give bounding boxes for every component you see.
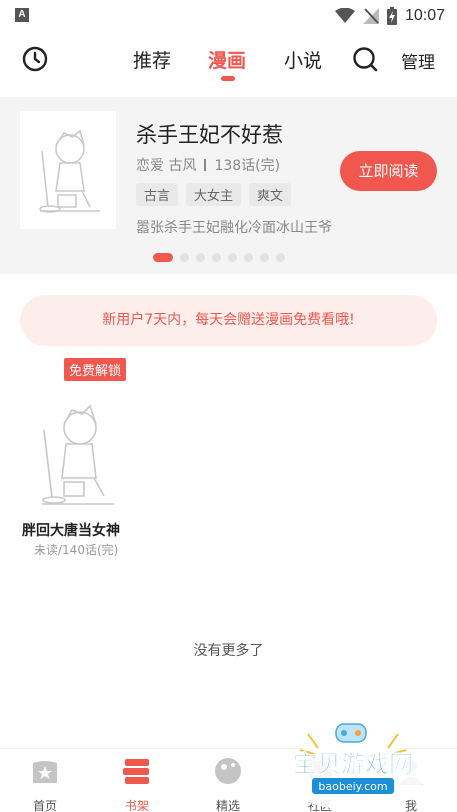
wifi-icon xyxy=(334,8,355,23)
tab-novels[interactable]: 小说 xyxy=(284,46,322,73)
clock: 10:07 xyxy=(404,7,445,24)
bottom-nav-label: 精选 xyxy=(215,799,240,812)
bottom-nav-label: 书架 xyxy=(124,799,149,812)
active-tab-indicator xyxy=(221,76,235,81)
bottom-nav-label: 首页 xyxy=(32,799,57,812)
bookshelf-icon xyxy=(123,759,149,784)
carousel-dot[interactable] xyxy=(196,253,205,262)
book-cover-image[interactable] xyxy=(20,378,132,518)
tab-comics[interactable]: 漫画 xyxy=(208,46,246,73)
tag: 大女主 xyxy=(186,183,242,206)
status-icons: 10:07 xyxy=(334,5,445,27)
bottom-nav-featured[interactable]: 精选 xyxy=(198,755,258,812)
watermark-logo-icon: 宝贝游戏网 baobeiy.com xyxy=(281,723,425,810)
carousel-dot[interactable] xyxy=(276,253,285,262)
tag: 爽文 xyxy=(249,183,292,206)
watermark-text: 宝贝游戏网 xyxy=(293,750,413,778)
search-icon[interactable] xyxy=(352,46,378,72)
manage-button[interactable]: 管理 xyxy=(401,48,435,73)
carousel-dot[interactable] xyxy=(244,253,253,262)
carousel-indicator xyxy=(153,253,285,262)
banner-title: 杀手王妃不好惹 xyxy=(136,123,283,147)
top-nav: 推荐 漫画 小说 管理 xyxy=(0,36,457,86)
featured-icon xyxy=(215,758,241,784)
banner-meta: 恋爱 古风 138话(完) xyxy=(136,155,280,175)
battery-charging-icon xyxy=(386,7,397,25)
carousel-dot[interactable] xyxy=(228,253,237,262)
bottom-nav-home[interactable]: 首页 xyxy=(15,755,75,812)
history-clock-icon[interactable] xyxy=(22,46,48,72)
app-notification-icon: A xyxy=(15,8,29,22)
bottom-nav-bookshelf[interactable]: 书架 xyxy=(107,755,167,812)
banner-genres: 恋爱 古风 xyxy=(136,158,197,174)
end-of-list-text: 没有更多了 xyxy=(193,643,264,659)
carousel-dot-active[interactable] xyxy=(153,253,173,262)
banner-description: 嚣张杀手王妃融化冷面冰山王爷 xyxy=(136,220,332,236)
banner-cover-image[interactable] xyxy=(20,111,116,229)
featured-banner[interactable]: 杀手王妃不好惹 恋爱 古风 138话(完) 古言 大女主 爽文 嚣张杀手王妃融化… xyxy=(0,97,457,274)
home-star-icon xyxy=(33,761,57,783)
new-user-notice[interactable]: 新用户7天内，每天会赠送漫画免费看哦! xyxy=(20,295,437,346)
meta-separator xyxy=(204,159,207,171)
watermark-url: baobeiy.com xyxy=(318,780,387,793)
signal-off-icon xyxy=(362,8,379,24)
free-unlock-badge: 免费解锁 xyxy=(64,358,127,381)
banner-chapters: 138话(完) xyxy=(214,158,281,174)
status-bar: A 10:07 xyxy=(0,0,457,32)
site-watermark: 宝贝游戏网 baobeiy.com xyxy=(278,720,428,812)
carousel-dot[interactable] xyxy=(180,253,189,262)
tag: 古言 xyxy=(136,183,179,206)
carousel-dot[interactable] xyxy=(260,253,269,262)
book-title: 胖回大唐当女神 xyxy=(22,523,120,539)
placeholder-character-icon xyxy=(42,404,114,505)
carousel-dot[interactable] xyxy=(212,253,221,262)
banner-tags: 古言 大女主 爽文 xyxy=(136,183,292,206)
book-progress: 未读/140话(完) xyxy=(34,543,119,557)
tab-recommend[interactable]: 推荐 xyxy=(133,46,171,73)
read-now-button[interactable]: 立即阅读 xyxy=(340,151,437,191)
placeholder-character-icon xyxy=(39,129,100,213)
